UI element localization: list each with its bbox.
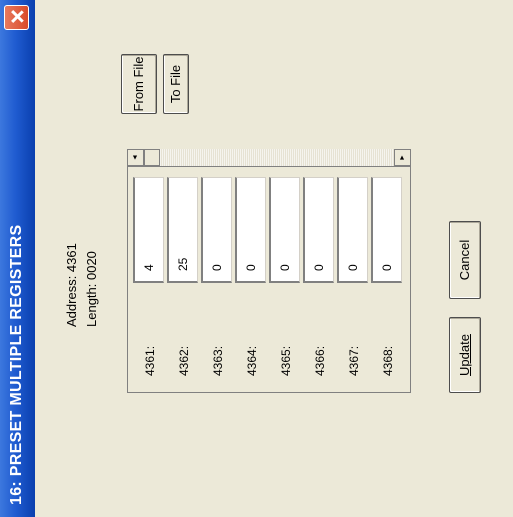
register-row: 4366: 0 (303, 167, 337, 392)
register-value-field[interactable]: 4 (133, 177, 164, 283)
preset-registers-dialog: 16: PRESET MULTIPLE REGISTERS Address: 4… (0, 0, 513, 517)
scroll-left-icon[interactable]: ◄ (127, 149, 144, 166)
register-panel: 4361: 4 4362: 25 4363: 0 4364: 0 4365: 0… (127, 166, 411, 393)
register-address: 4366: (313, 345, 327, 376)
close-icon[interactable] (4, 5, 29, 30)
update-button[interactable]: Update (449, 317, 481, 393)
register-row: 4364: 0 (235, 167, 269, 392)
from-file-button[interactable]: From File (121, 54, 157, 114)
window-title: 16: PRESET MULTIPLE REGISTERS (8, 224, 25, 505)
register-address: 4362: (177, 345, 191, 376)
to-file-button[interactable]: To File (163, 54, 189, 114)
cancel-button[interactable]: Cancel (449, 221, 481, 299)
register-row: 4363: 0 (201, 167, 235, 392)
register-value-field[interactable]: 0 (269, 177, 300, 283)
title-bar: 16: PRESET MULTIPLE REGISTERS (0, 0, 35, 517)
register-address: 4364: (245, 345, 259, 376)
register-value-field[interactable]: 0 (337, 177, 368, 283)
address-label: Address: 4361 (64, 243, 79, 327)
register-value-field[interactable]: 0 (201, 177, 232, 283)
scroll-right-icon[interactable]: ► (394, 149, 411, 166)
register-row: 4362: 25 (167, 167, 201, 392)
register-address: 4367: (347, 345, 361, 376)
register-address: 4365: (279, 345, 293, 376)
scrollbar-track[interactable] (127, 149, 411, 166)
register-value-field[interactable]: 0 (303, 177, 334, 283)
length-label: Length: 0020 (84, 251, 99, 327)
register-row: 4368: 0 (371, 167, 405, 392)
register-value-field[interactable]: 0 (235, 177, 266, 283)
register-address: 4363: (211, 345, 225, 376)
register-row: 4365: 0 (269, 167, 303, 392)
register-address: 4368: (381, 345, 395, 376)
scrollbar-thumb[interactable] (144, 149, 160, 166)
register-row: 4367: 0 (337, 167, 371, 392)
register-value-field[interactable]: 25 (167, 177, 198, 283)
register-scrollbar[interactable]: ◄ ► (127, 149, 411, 166)
register-row: 4361: 4 (133, 167, 167, 392)
register-address: 4361: (143, 345, 157, 376)
register-value-field[interactable]: 0 (371, 177, 402, 283)
